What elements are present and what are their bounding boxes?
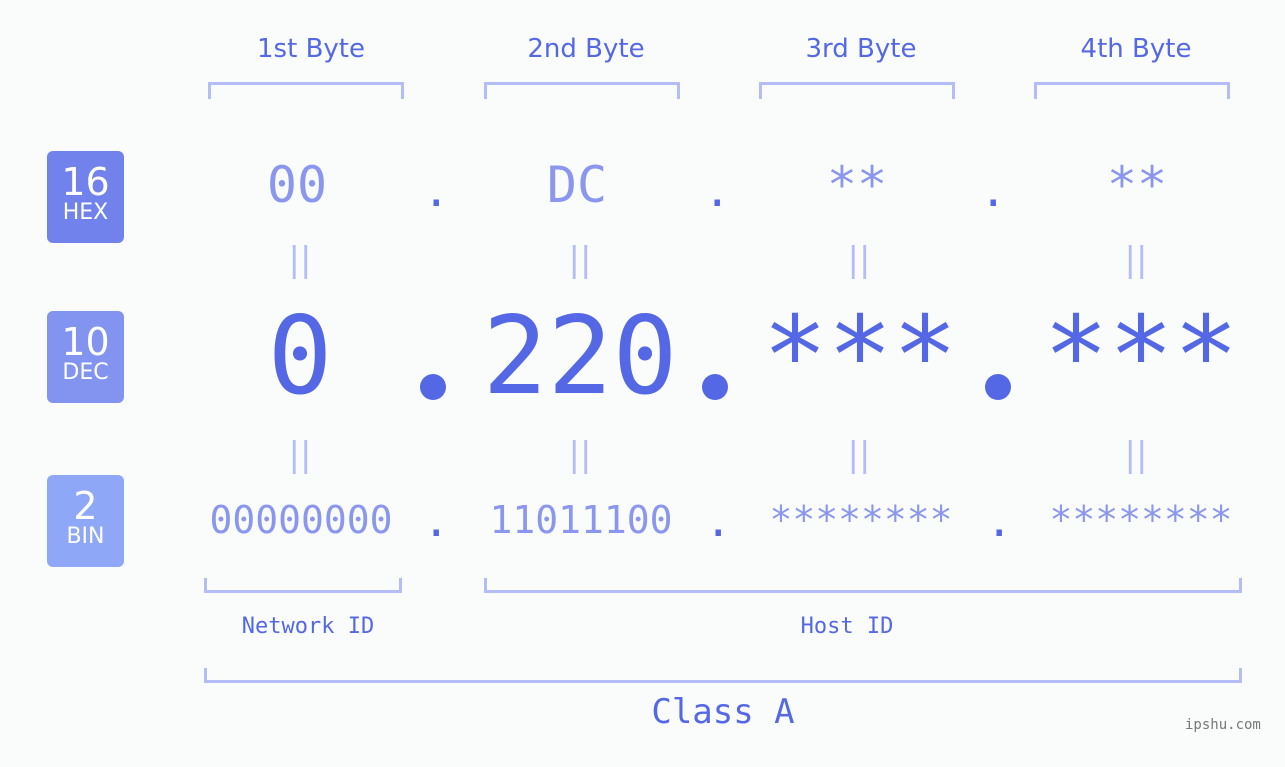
class-bracket [204, 668, 1242, 683]
network-id-label: Network ID [241, 614, 375, 639]
dec-dot-2 [702, 374, 728, 400]
hex-byte-2: DC [546, 156, 608, 214]
hex-base: 16 [61, 160, 110, 204]
bin-label: BIN [66, 524, 105, 549]
equals-icon: || [847, 240, 871, 280]
hex-label: HEX [62, 200, 109, 225]
bin-base: 2 [73, 484, 98, 528]
byte-header-4: 4th Byte [1080, 34, 1192, 64]
host-id-bracket [484, 578, 1242, 593]
dec-byte-3: *** [762, 294, 958, 419]
dec-byte-2: 220 [482, 294, 678, 419]
byte-header-1: 1st Byte [257, 34, 365, 64]
network-id-bracket [204, 578, 402, 593]
byte-header-3: 3rd Byte [805, 34, 917, 64]
bin-dot-2: . [705, 496, 732, 547]
bin-byte-2: 11011100 [489, 498, 673, 542]
hex-byte-3: ** [826, 156, 888, 214]
byte-bracket-3 [759, 82, 955, 99]
bin-dot-1: . [423, 496, 450, 547]
equals-icon: || [288, 435, 312, 475]
dec-byte-1: 0 [267, 294, 333, 419]
bin-badge: 2 BIN [47, 475, 124, 567]
equals-icon: || [847, 435, 871, 475]
equals-icon: || [1124, 435, 1148, 475]
bin-dot-3: . [986, 496, 1013, 547]
byte-bracket-1 [208, 82, 404, 99]
equals-icon: || [568, 435, 592, 475]
byte-header-2: 2nd Byte [527, 34, 645, 64]
equals-icon: || [568, 240, 592, 280]
bin-byte-1: 00000000 [209, 498, 393, 542]
dec-dot-3 [985, 374, 1011, 400]
dec-dot-1 [420, 374, 446, 400]
hex-dot-3: . [980, 166, 1007, 217]
equals-icon: || [288, 240, 312, 280]
dec-badge: 10 DEC [47, 311, 124, 403]
watermark: ipshu.com [1185, 717, 1261, 733]
equals-icon: || [1124, 240, 1148, 280]
dec-label: DEC [62, 360, 109, 385]
class-label: Class A [651, 692, 795, 732]
hex-byte-4: ** [1106, 156, 1168, 214]
dec-base: 10 [61, 320, 110, 364]
dec-byte-4: *** [1043, 294, 1239, 419]
hex-dot-2: . [704, 166, 731, 217]
hex-badge: 16 HEX [47, 151, 124, 243]
byte-bracket-4 [1034, 82, 1230, 99]
bin-byte-4: ******** [1049, 498, 1233, 542]
byte-bracket-2 [484, 82, 680, 99]
hex-dot-1: . [423, 166, 450, 217]
hex-byte-1: 00 [266, 156, 328, 214]
bin-byte-3: ******** [769, 498, 953, 542]
host-id-label: Host ID [800, 614, 894, 639]
